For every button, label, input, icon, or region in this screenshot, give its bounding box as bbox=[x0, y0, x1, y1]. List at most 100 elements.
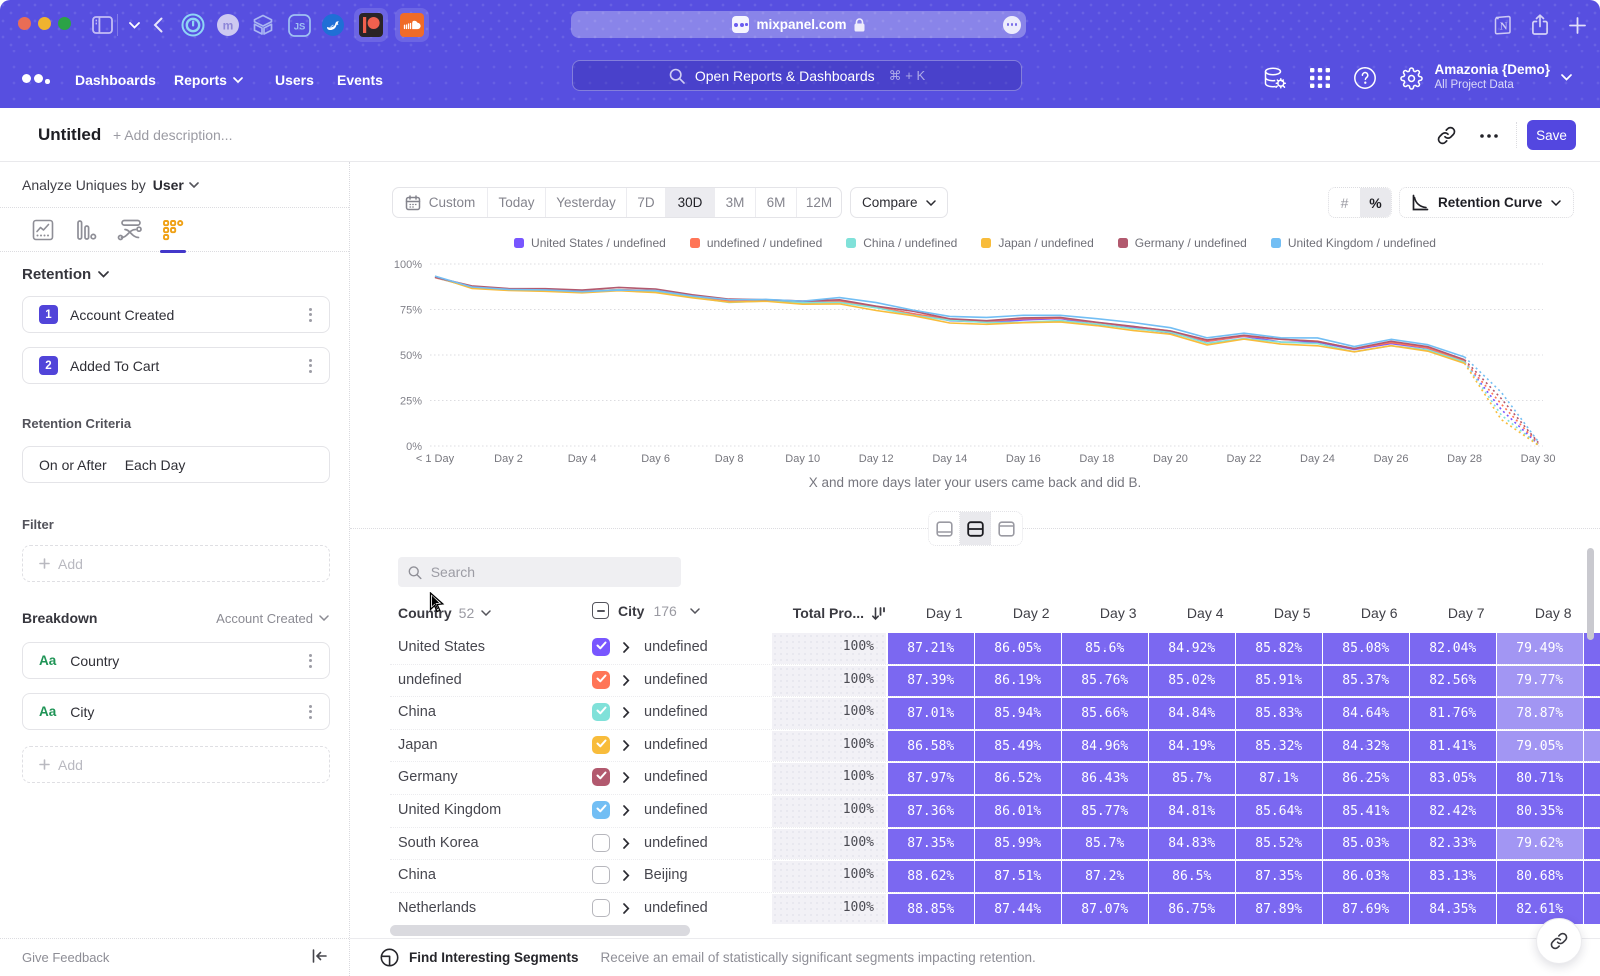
legend-item[interactable]: Germany / undefined bbox=[1118, 236, 1247, 250]
day-column-header[interactable]: Day 8 bbox=[1496, 605, 1572, 621]
row-city[interactable]: undefined bbox=[644, 639, 708, 655]
expand-row-icon[interactable] bbox=[623, 836, 630, 854]
retention-cell[interactable]: 85.02% bbox=[1149, 666, 1235, 697]
retention-cell[interactable]: 79.05% bbox=[1497, 731, 1583, 762]
notion-icon[interactable]: N bbox=[1489, 11, 1517, 39]
row-checkbox-checked[interactable] bbox=[592, 638, 610, 656]
row-checkbox-checked[interactable] bbox=[592, 736, 610, 754]
retention-cell[interactable]: 87.1% bbox=[1236, 763, 1322, 794]
breakdown-event-select[interactable]: Account Created bbox=[216, 611, 329, 626]
add-breakdown-button[interactable]: Add bbox=[22, 746, 330, 783]
vertical-scrollbar[interactable] bbox=[1587, 548, 1594, 640]
address-bar[interactable]: mixpanel.com bbox=[571, 11, 1026, 38]
range-custom[interactable]: Custom bbox=[393, 188, 488, 217]
retention-cell[interactable]: 85.77% bbox=[1062, 796, 1148, 827]
step-menu-icon[interactable] bbox=[303, 308, 317, 322]
retention-cell[interactable]: 84.83% bbox=[1149, 829, 1235, 860]
funnels-tab[interactable] bbox=[71, 215, 101, 245]
retention-cell[interactable]: 87.44% bbox=[975, 894, 1061, 925]
retention-cell[interactable]: 85.94% bbox=[975, 698, 1061, 729]
nav-reports[interactable]: Reports bbox=[174, 70, 243, 90]
range-7d[interactable]: 7D bbox=[627, 188, 666, 217]
retention-cell[interactable]: 85.32% bbox=[1236, 731, 1322, 762]
retention-cell[interactable]: 87.36% bbox=[888, 796, 974, 827]
breakdown-city[interactable]: Aa City bbox=[22, 693, 330, 730]
retention-cell[interactable]: 85.64% bbox=[1236, 796, 1322, 827]
nav-dashboards[interactable]: Dashboards bbox=[75, 70, 156, 90]
split-view-icon[interactable] bbox=[960, 512, 991, 545]
retention-cell[interactable] bbox=[1584, 731, 1600, 762]
retention-cell[interactable]: 87.39% bbox=[888, 666, 974, 697]
report-title[interactable]: Untitled bbox=[38, 125, 101, 145]
breakdown-menu-icon[interactable] bbox=[303, 654, 317, 668]
retention-cell[interactable]: 86.58% bbox=[888, 731, 974, 762]
retention-cell[interactable]: 81.41% bbox=[1410, 731, 1496, 762]
row-city[interactable]: undefined bbox=[644, 835, 708, 851]
retention-cell[interactable]: 87.35% bbox=[1236, 861, 1322, 892]
retention-cell[interactable]: 81.76% bbox=[1410, 698, 1496, 729]
retention-cell[interactable]: 82.33% bbox=[1410, 829, 1496, 860]
day-column-header[interactable]: Day 6 bbox=[1322, 605, 1398, 621]
absolute-number-toggle[interactable]: # bbox=[1329, 188, 1360, 217]
retention-cell[interactable] bbox=[1584, 698, 1600, 729]
day-column-header[interactable]: Day 1 bbox=[887, 605, 963, 621]
retention-cell[interactable]: 80.68% bbox=[1497, 861, 1583, 892]
retention-cell[interactable]: 83.05% bbox=[1410, 763, 1496, 794]
row-checkbox-unchecked[interactable] bbox=[592, 899, 610, 917]
minimize-window-button[interactable] bbox=[38, 17, 51, 30]
retention-cell[interactable]: 85.82% bbox=[1236, 633, 1322, 664]
expand-row-icon[interactable] bbox=[623, 770, 630, 788]
legend-item[interactable]: China / undefined bbox=[846, 236, 957, 250]
legend-item[interactable]: Japan / undefined bbox=[981, 236, 1093, 250]
retention-cell[interactable]: 80.35% bbox=[1497, 796, 1583, 827]
retention-cell[interactable]: 86.25% bbox=[1323, 763, 1409, 794]
retention-cell[interactable]: 83.13% bbox=[1410, 861, 1496, 892]
retention-cell[interactable]: 78.87% bbox=[1497, 698, 1583, 729]
row-country[interactable]: South Korea bbox=[398, 835, 479, 851]
retention-cell[interactable]: 86.75% bbox=[1149, 894, 1235, 925]
retention-cell[interactable]: 85.76% bbox=[1062, 666, 1148, 697]
table-search-input[interactable] bbox=[431, 564, 671, 580]
retention-cell[interactable]: 85.7% bbox=[1062, 829, 1148, 860]
expand-row-icon[interactable] bbox=[623, 901, 630, 919]
soundcloud-icon[interactable] bbox=[395, 8, 429, 42]
apps-grid-icon[interactable] bbox=[1306, 64, 1334, 92]
row-checkbox-checked[interactable] bbox=[592, 768, 610, 786]
retention-cell[interactable]: 84.92% bbox=[1149, 633, 1235, 664]
retention-tab[interactable] bbox=[158, 215, 188, 245]
chart-type-select[interactable]: Retention Curve bbox=[1399, 187, 1574, 218]
row-country[interactable]: Netherlands bbox=[398, 900, 476, 916]
retention-cell[interactable]: 85.66% bbox=[1062, 698, 1148, 729]
row-country[interactable]: Germany bbox=[398, 769, 458, 785]
help-icon[interactable] bbox=[1351, 64, 1379, 92]
retention-cell[interactable]: 85.6% bbox=[1062, 633, 1148, 664]
retention-cell[interactable]: 82.42% bbox=[1410, 796, 1496, 827]
retention-cell[interactable]: 80.71% bbox=[1497, 763, 1583, 794]
retention-cell[interactable] bbox=[1584, 894, 1600, 925]
retention-cell[interactable]: 84.84% bbox=[1149, 698, 1235, 729]
nav-events[interactable]: Events bbox=[337, 70, 383, 90]
criteria-on-or-after[interactable]: On or After bbox=[39, 457, 107, 473]
retention-cell[interactable]: 85.41% bbox=[1323, 796, 1409, 827]
insights-tab[interactable] bbox=[28, 215, 58, 245]
row-checkbox-checked[interactable] bbox=[592, 703, 610, 721]
retention-cell[interactable]: 85.7% bbox=[1149, 763, 1235, 794]
retention-cell[interactable]: 84.64% bbox=[1323, 698, 1409, 729]
retention-cell[interactable]: 84.32% bbox=[1323, 731, 1409, 762]
retention-cell[interactable]: 79.49% bbox=[1497, 633, 1583, 664]
account-switcher[interactable]: Amazonia {Demo} All Project Data bbox=[1434, 62, 1572, 91]
window-controls[interactable] bbox=[18, 17, 71, 30]
flows-tab[interactable] bbox=[115, 215, 145, 245]
day-column-header[interactable]: Day 5 bbox=[1235, 605, 1311, 621]
expand-row-icon[interactable] bbox=[623, 803, 630, 821]
retention-cell[interactable]: 85.52% bbox=[1236, 829, 1322, 860]
row-country[interactable]: Japan bbox=[398, 737, 438, 753]
retention-cell[interactable] bbox=[1584, 666, 1600, 697]
row-country[interactable]: United States bbox=[398, 639, 485, 655]
retention-line-chart[interactable]: 100%75%50%25%0%< 1 DayDay 2Day 4Day 6Day… bbox=[350, 252, 1600, 474]
retention-step-1[interactable]: 1 Account Created bbox=[22, 296, 330, 333]
range-30d[interactable]: 30D bbox=[666, 188, 715, 217]
more-options-button[interactable] bbox=[1478, 126, 1500, 146]
retention-cell[interactable]: 87.01% bbox=[888, 698, 974, 729]
global-search[interactable]: Open Reports & Dashboards ⌘ + K bbox=[572, 60, 1022, 91]
